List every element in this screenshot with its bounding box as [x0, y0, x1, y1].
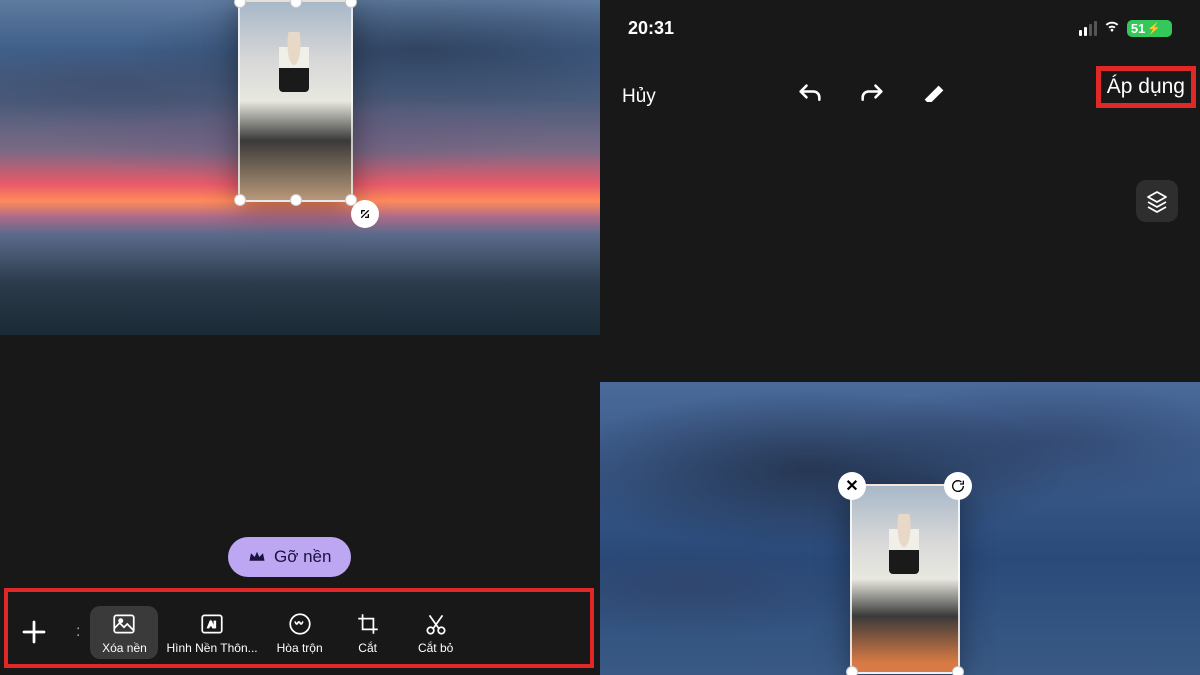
apply-highlight: Áp dụng: [1096, 66, 1196, 108]
remove-background-pill[interactable]: Gỡ nền: [228, 537, 351, 577]
ai-image-icon: AI: [198, 610, 226, 638]
blend-icon: [286, 610, 314, 638]
editor-canvas[interactable]: [0, 0, 600, 335]
eraser-button[interactable]: [920, 81, 948, 114]
pill-label: Gỡ nền: [274, 547, 331, 567]
battery-badge: 51⚡: [1127, 20, 1172, 37]
signal-icon: [1079, 21, 1097, 36]
rotate-icon[interactable]: [944, 472, 972, 500]
overlay-handle[interactable]: [846, 666, 858, 675]
overlay-handle[interactable]: [234, 194, 246, 206]
image-icon: [110, 610, 138, 638]
status-time: 20:31: [628, 18, 674, 39]
tool-label: Cắt bỏ: [418, 641, 453, 655]
tool-label: Hình Nền Thôn...: [166, 641, 257, 655]
tool-label: Xóa nền: [102, 641, 147, 655]
crown-icon: [248, 550, 266, 564]
scissors-icon: [422, 610, 450, 638]
svg-text:AI: AI: [208, 619, 216, 629]
right-screenshot: 20:31 51⚡ Hủy Áp dụng: [600, 0, 1200, 675]
close-icon[interactable]: ✕: [838, 472, 866, 500]
overlay-image[interactable]: [238, 0, 353, 202]
apply-button[interactable]: Áp dụng: [1107, 75, 1185, 98]
status-bar: 20:31 51⚡: [600, 18, 1200, 39]
tool-cut[interactable]: Cắt bỏ: [402, 606, 470, 659]
overlay-handle[interactable]: [952, 666, 964, 675]
battery-level: 51: [1131, 21, 1145, 36]
overlay-handle[interactable]: [290, 194, 302, 206]
tool-crop[interactable]: Cắt: [334, 606, 402, 659]
overlay-handle[interactable]: [345, 0, 357, 8]
bolt-icon: ⚡: [1147, 22, 1161, 35]
overlay-handle[interactable]: [234, 0, 246, 8]
tool-blend[interactable]: Hòa trộn: [266, 606, 334, 659]
tool-remove-bg[interactable]: Xóa nền: [90, 606, 158, 659]
divider-label: :: [76, 623, 80, 641]
overlay-image-2[interactable]: ✕: [850, 484, 960, 674]
tool-label: Hòa trộn: [277, 641, 323, 655]
tool-label: Cắt: [358, 641, 377, 655]
add-button[interactable]: [10, 608, 58, 656]
editor-canvas-2[interactable]: ✕: [600, 382, 1200, 675]
crop-icon: [354, 610, 382, 638]
left-screenshot: Gỡ nền : Xóa nền AI Hình Nền Thôn... Hòa…: [0, 0, 600, 675]
wifi-icon: [1103, 18, 1121, 39]
redo-button[interactable]: [858, 81, 886, 114]
bottom-toolbar: : Xóa nền AI Hình Nền Thôn... Hòa trộn C…: [0, 596, 600, 668]
cancel-button[interactable]: Hủy: [622, 86, 656, 108]
overlay-handle[interactable]: [290, 0, 302, 8]
resize-icon[interactable]: [351, 200, 379, 228]
layers-button[interactable]: [1136, 180, 1178, 222]
undo-button[interactable]: [796, 81, 824, 114]
tool-smart-bg[interactable]: AI Hình Nền Thôn...: [158, 606, 265, 659]
